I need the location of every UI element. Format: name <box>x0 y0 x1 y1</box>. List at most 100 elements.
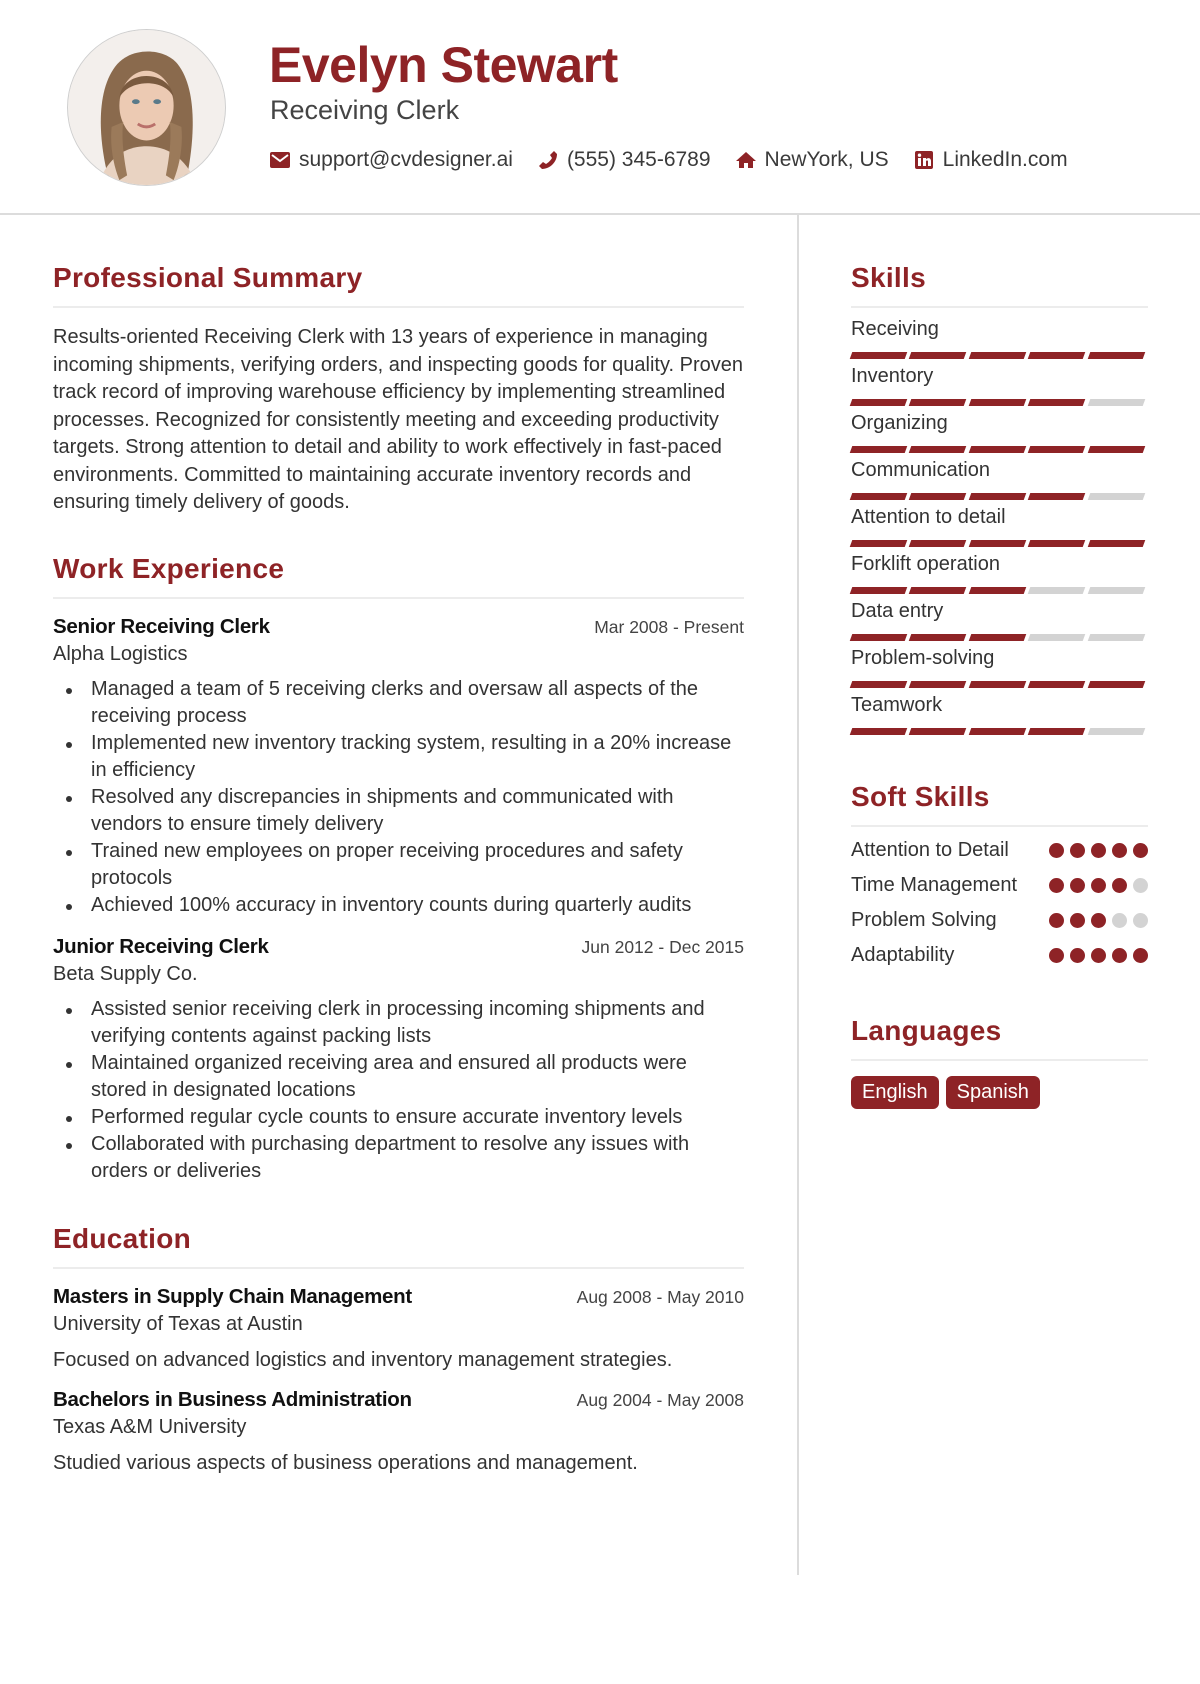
skill-level-segment <box>909 352 968 359</box>
skill-level-segment <box>968 587 1027 594</box>
soft-skill-item: Adaptability <box>851 942 1148 969</box>
contact-linkedin[interactable]: LinkedIn.com <box>913 148 1068 172</box>
section-rule <box>851 306 1148 308</box>
rating-dot <box>1112 913 1127 928</box>
job-title: Junior Receiving Clerk <box>53 934 269 958</box>
skill-level-segment <box>1087 540 1146 547</box>
contact-location-text: NewYork, US <box>764 148 889 171</box>
job-company: Alpha Logistics <box>53 642 188 665</box>
rating-dot <box>1049 913 1064 928</box>
rating-dot <box>1133 878 1148 893</box>
summary-section: Professional Summary Results-oriented Re… <box>53 262 744 517</box>
skill-level-bar <box>849 681 1148 688</box>
skill-level-segment <box>909 681 968 688</box>
skill-level-segment <box>968 446 1027 453</box>
skill-item: Attention to detail <box>849 506 1148 547</box>
skill-level-segment <box>1027 728 1086 735</box>
soft-skills-heading: Soft Skills <box>851 781 990 812</box>
skill-level-segment <box>1087 399 1146 406</box>
skill-level-segment <box>1027 399 1086 406</box>
rating-dot <box>1049 948 1064 963</box>
skill-level-bar <box>849 493 1148 500</box>
rating-dot <box>1049 843 1064 858</box>
skill-level-segment <box>1087 681 1146 688</box>
skill-level-segment <box>1027 634 1086 641</box>
skill-item: Problem-solving <box>849 647 1148 688</box>
school-name: Texas A&M University <box>53 1415 247 1438</box>
education-date: Aug 2008 - May 2010 <box>576 1286 744 1307</box>
job-bullet: Implemented new inventory tracking syste… <box>53 730 744 784</box>
section-rule <box>851 1059 1148 1061</box>
job-bullet: Assisted senior receiving clerk in proce… <box>53 996 744 1050</box>
skill-level-segment <box>968 634 1027 641</box>
education-header: Bachelors in Business Administration Aug … <box>53 1388 744 1412</box>
section-rule <box>53 1266 744 1269</box>
job-title: Senior Receiving Clerk <box>53 614 270 638</box>
job-header: Senior Receiving Clerk Mar 2008 - Present <box>53 615 744 639</box>
skill-name: Problem-solving <box>851 647 995 669</box>
degree-title: Masters in Supply Chain Management <box>53 1284 412 1308</box>
job-header: Junior Receiving Clerk Jun 2012 - Dec 201… <box>53 935 744 959</box>
job-bullet: Resolved any discrepancies in shipments … <box>53 784 744 838</box>
skill-level-segment <box>1027 493 1086 500</box>
summary-text: Results-oriented Receiving Clerk with 13… <box>53 326 743 513</box>
skills-heading: Skills <box>851 262 926 293</box>
skill-level-bar <box>849 446 1148 453</box>
skill-level-segment <box>909 540 968 547</box>
rating-dot <box>1070 843 1085 858</box>
rating-dot <box>1091 843 1106 858</box>
skill-level-segment <box>909 587 968 594</box>
job-entry: Junior Receiving Clerk Jun 2012 - Dec 201… <box>53 935 744 1185</box>
languages-heading: Languages <box>851 1015 1002 1046</box>
soft-skills-section: Soft Skills Attention to Detail Time Mana… <box>851 781 1148 969</box>
main-column: Professional Summary Results-oriented Re… <box>53 262 744 1475</box>
job-bullets: Assisted senior receiving clerk in proce… <box>53 996 744 1185</box>
job-bullets: Managed a team of 5 receiving clerks and… <box>53 676 744 919</box>
soft-skill-name: Attention to Detail <box>851 839 1009 861</box>
soft-skill-name: Adaptability <box>851 944 955 966</box>
skill-item: Communication <box>849 459 1148 500</box>
soft-skill-item: Problem Solving <box>851 907 1148 934</box>
skill-level-segment <box>909 728 968 735</box>
job-date: Mar 2008 - Present <box>594 616 744 637</box>
school-name: University of Texas at Austin <box>53 1312 303 1335</box>
skills-section: Skills Receiving Inventory Organizing Commu… <box>849 262 1148 735</box>
rating-dot <box>1091 948 1106 963</box>
skill-level-segment <box>849 493 908 500</box>
skill-level-segment <box>849 446 908 453</box>
rating-dot <box>1112 843 1127 858</box>
skill-level-segment <box>968 728 1027 735</box>
skill-item: Inventory <box>849 365 1148 406</box>
skill-level-segment <box>849 634 908 641</box>
job-bullet: Achieved 100% accuracy in inventory coun… <box>53 892 744 919</box>
skill-level-segment <box>909 493 968 500</box>
skill-level-segment <box>968 540 1027 547</box>
contact-email[interactable]: support@cvdesigner.ai <box>269 148 513 172</box>
skill-item: Teamwork <box>849 694 1148 735</box>
contact-phone[interactable]: (555) 345-6789 <box>537 148 711 172</box>
skill-level-segment <box>849 728 908 735</box>
soft-skill-name: Time Management <box>851 874 1017 896</box>
rating-dot <box>1070 913 1085 928</box>
job-company: Beta Supply Co. <box>53 962 198 985</box>
skill-name: Teamwork <box>851 694 943 716</box>
job-bullet: Performed regular cycle counts to ensure… <box>53 1104 744 1131</box>
skill-item: Forklift operation <box>849 553 1148 594</box>
skill-level-bar <box>849 352 1148 359</box>
education-description: Studied various aspects of business oper… <box>53 1451 638 1474</box>
envelope-icon <box>269 149 291 171</box>
education-entry: Masters in Supply Chain Management Aug 20… <box>53 1285 744 1372</box>
section-rule <box>53 306 744 308</box>
candidate-role: Receiving Clerk <box>270 95 460 125</box>
experience-heading: Work Experience <box>53 552 285 584</box>
soft-skill-item: Attention to Detail <box>851 837 1148 864</box>
resume-header: Evelyn Stewart Receiving Clerk support@c… <box>0 0 1200 215</box>
skill-name: Receiving <box>851 318 939 340</box>
linkedin-icon <box>913 149 935 171</box>
job-bullet: Collaborated with purchasing department … <box>53 1131 744 1185</box>
skill-level-bar <box>849 728 1148 735</box>
languages-section: Languages English Spanish <box>851 1015 1148 1109</box>
soft-skill-item: Time Management <box>851 872 1148 899</box>
skill-level-segment <box>1087 728 1146 735</box>
skill-level-segment <box>1027 681 1086 688</box>
